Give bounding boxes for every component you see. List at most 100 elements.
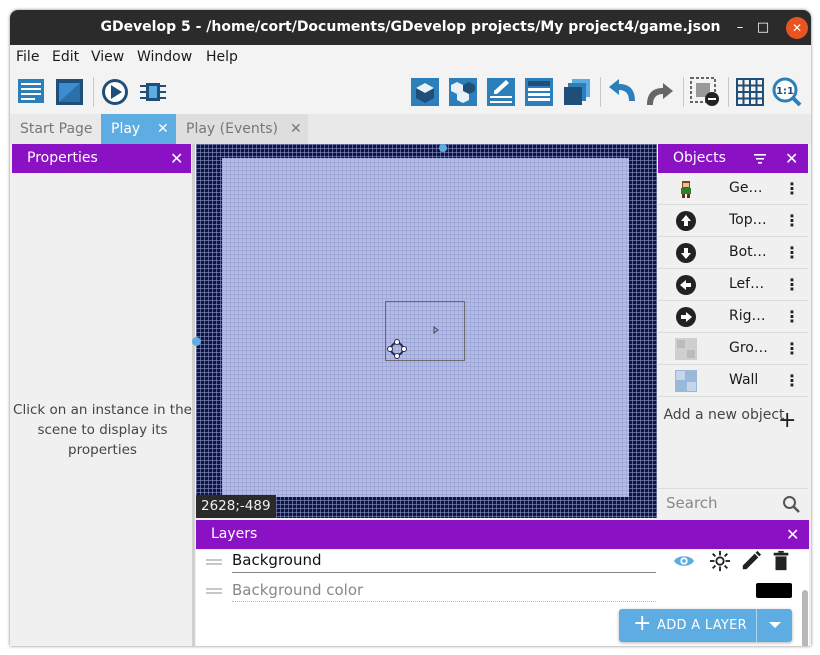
add-object-label: Add a new object	[663, 407, 785, 423]
more-options-icon[interactable]: ⋮	[784, 369, 800, 393]
drag-handle-icon[interactable]	[206, 559, 222, 565]
add-new-object-button[interactable]: Add a new object +	[658, 402, 808, 448]
object-item[interactable]: Gro… ⋮	[658, 333, 808, 365]
properties-title: Properties	[27, 150, 98, 166]
object-item[interactable]: Bot… ⋮	[658, 237, 808, 269]
layer-name-field[interactable]: Background	[232, 548, 656, 573]
svg-text:1:1: 1:1	[776, 86, 794, 97]
tab-label: Play (Events)	[186, 121, 278, 137]
splitter-handle[interactable]	[192, 337, 201, 346]
close-tab-icon[interactable]: ✕	[157, 114, 169, 144]
delete-trash-icon[interactable]	[770, 550, 792, 572]
layers-scrollbar[interactable]	[802, 590, 808, 646]
toolbar-separator	[600, 77, 601, 107]
resize-handle[interactable]	[439, 144, 447, 152]
menu-bar: File Edit View Window Help	[10, 45, 811, 71]
toolbar-separator	[93, 77, 94, 107]
tab-label: Start Page	[20, 121, 93, 137]
add-layer-label: ADD A LAYER	[657, 618, 747, 633]
project-manager-icon[interactable]	[17, 77, 47, 107]
grid-settings-icon[interactable]	[690, 77, 720, 107]
menu-edit[interactable]: Edit	[52, 49, 79, 65]
object-item[interactable]: Top… ⋮	[658, 205, 808, 237]
character-sprite-icon	[681, 181, 691, 198]
object-item[interactable]: Wall ⋮	[658, 365, 808, 397]
debugger-icon[interactable]	[138, 77, 168, 107]
object-item[interactable]: Lef… ⋮	[658, 269, 808, 301]
background-color-swatch[interactable]	[756, 583, 792, 598]
object-name: Top…	[729, 212, 767, 228]
filter-icon[interactable]	[754, 153, 766, 164]
objects-title: Objects	[673, 150, 726, 166]
properties-empty-message: Click on an instance in the scene to dis…	[13, 402, 192, 458]
edit-pencil-icon[interactable]	[740, 550, 762, 572]
preview-play-icon[interactable]	[100, 77, 130, 107]
tab-play[interactable]: Play ✕	[101, 114, 176, 144]
close-tab-icon[interactable]: ✕	[290, 114, 302, 144]
object-item[interactable]: Ge… ⋮	[658, 173, 808, 205]
search-icon	[783, 496, 800, 513]
objects-header: Objects ✕	[658, 144, 808, 173]
zoom-reset-icon[interactable]: 1:1	[772, 77, 802, 107]
object-name: Bot…	[729, 244, 767, 260]
properties-panel-icon[interactable]	[486, 77, 516, 107]
toolbar-separator	[683, 77, 684, 107]
object-name: Rig…	[729, 308, 766, 324]
add-a-layer-button[interactable]: + ADD A LAYER	[619, 609, 792, 642]
add-icon: +	[633, 611, 652, 636]
toggle-grid-icon[interactable]	[735, 77, 765, 107]
menu-view[interactable]: View	[91, 49, 124, 65]
objects-search[interactable]: Search	[658, 488, 808, 518]
menu-file[interactable]: File	[16, 49, 39, 65]
arrow-right-circle-icon	[676, 307, 696, 327]
layers-panel-icon[interactable]	[562, 77, 592, 107]
object-groups-icon[interactable]	[448, 77, 478, 107]
objects-panel-icon[interactable]	[410, 77, 440, 107]
layers-title: Layers	[211, 526, 258, 542]
properties-header: Properties ✕	[12, 144, 191, 173]
more-options-icon[interactable]: ⋮	[784, 177, 800, 201]
object-name: Gro…	[729, 340, 768, 356]
drag-handle-icon	[206, 588, 222, 594]
close-layers-icon[interactable]: ✕	[786, 520, 799, 549]
wall-tile-icon	[675, 370, 697, 392]
object-item[interactable]: Rig… ⋮	[658, 301, 808, 333]
add-icon: +	[778, 408, 797, 433]
visibility-eye-icon[interactable]	[673, 550, 695, 572]
scene-editor-icon[interactable]	[55, 77, 85, 107]
panel-splitter[interactable]	[192, 144, 195, 646]
button-divider	[756, 609, 757, 642]
ground-tile-icon	[675, 338, 697, 360]
close-window-button[interactable]: ✕	[786, 17, 808, 39]
small-sprite-icon	[433, 326, 439, 334]
undo-icon[interactable]	[607, 77, 637, 107]
minimize-button[interactable]: –	[729, 17, 751, 39]
tab-play-events[interactable]: Play (Events) ✕	[176, 114, 308, 144]
lighting-icon[interactable]	[709, 550, 731, 572]
menu-window[interactable]: Window	[137, 49, 192, 65]
chevron-down-icon[interactable]	[769, 622, 781, 628]
more-options-icon[interactable]: ⋮	[784, 305, 800, 329]
more-options-icon[interactable]: ⋮	[784, 337, 800, 361]
background-color-row: Background color	[196, 577, 796, 605]
layer-item[interactable]: Background	[196, 548, 796, 576]
object-name: Lef…	[729, 276, 765, 292]
window-title: GDevelop 5 - /home/cort/Documents/GDevel…	[100, 19, 721, 35]
maximize-button[interactable]: □	[752, 17, 774, 39]
more-options-icon[interactable]: ⋮	[784, 241, 800, 265]
tab-start-page[interactable]: Start Page	[10, 114, 101, 144]
close-properties-icon[interactable]: ✕	[170, 144, 183, 173]
object-name: Wall	[729, 372, 759, 388]
scene-canvas[interactable]	[196, 144, 657, 518]
object-name: Ge…	[729, 180, 763, 196]
toolbar-separator	[728, 77, 729, 107]
instances-list-icon[interactable]	[524, 77, 554, 107]
background-color-label: Background color	[232, 577, 656, 602]
search-input[interactable]: Search	[666, 494, 718, 512]
more-options-icon[interactable]: ⋮	[784, 273, 800, 297]
close-objects-icon[interactable]: ✕	[785, 144, 798, 173]
redo-icon[interactable]	[645, 77, 675, 107]
properties-panel: Click on an instance in the scene to dis…	[12, 183, 193, 646]
menu-help[interactable]: Help	[206, 49, 238, 65]
more-options-icon[interactable]: ⋮	[784, 209, 800, 233]
